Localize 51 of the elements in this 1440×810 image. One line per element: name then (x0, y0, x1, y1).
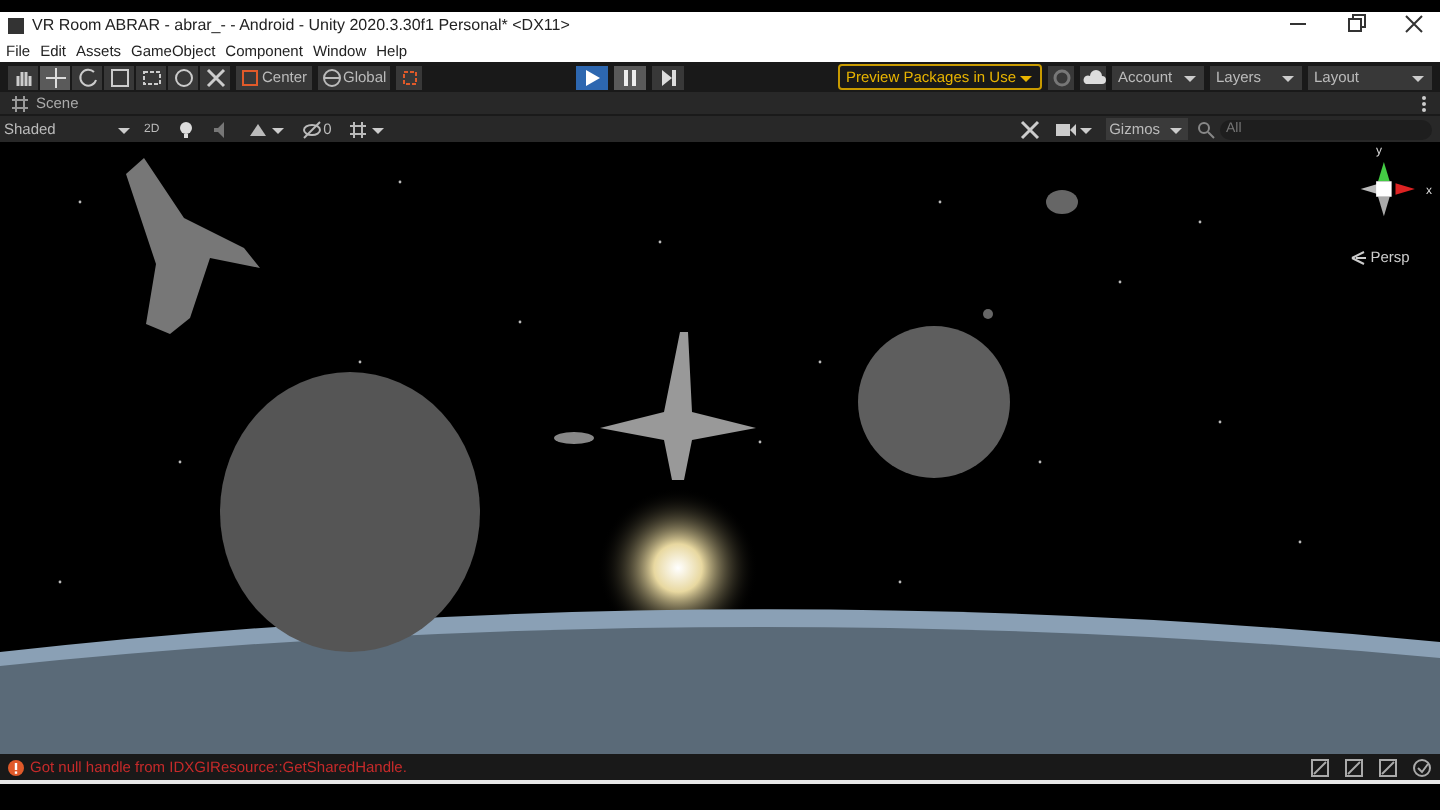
scale-icon (107, 65, 131, 89)
caret-icon (1410, 71, 1426, 83)
caret-icon (1280, 71, 1296, 83)
tool-button[interactable] (72, 65, 102, 89)
caret-icon (269, 123, 286, 135)
camera-dropdown[interactable] (1051, 118, 1098, 140)
globe-icon (321, 67, 342, 87)
unity-icon (6, 15, 26, 35)
search-icon (1196, 119, 1216, 139)
tool-button[interactable] (136, 65, 166, 89)
step-icon (658, 67, 679, 87)
caret-icon (1168, 123, 1184, 135)
step-button[interactable] (652, 65, 685, 89)
play-icon (582, 67, 603, 87)
bulb-icon (175, 119, 196, 139)
settings-button[interactable] (1048, 65, 1074, 89)
window-title: VR Room ABRAR - abrar_- - Android - Unity 2020.3.30f1 Personal* <DX11> (32, 16, 570, 34)
cloud-icon (1081, 67, 1105, 87)
caret-icon (369, 123, 386, 135)
rotate-icon (75, 65, 99, 89)
camera-icon (1055, 119, 1076, 139)
error-icon (8, 759, 24, 775)
tool-button[interactable] (200, 65, 230, 89)
play-button[interactable] (576, 65, 609, 89)
tool-button[interactable] (8, 65, 38, 89)
pause-icon (620, 67, 641, 87)
more-icon (1420, 93, 1428, 113)
caret-icon (1182, 71, 1198, 83)
caret-icon (116, 123, 132, 135)
pivot-icon (240, 67, 260, 87)
check-icon (1412, 757, 1432, 777)
snap-button[interactable] (396, 65, 423, 89)
caret-icon (1018, 71, 1034, 83)
restore-icon (1346, 13, 1366, 33)
rect-icon (139, 65, 163, 89)
grid-icon (10, 93, 30, 113)
tools-toggle[interactable] (1015, 118, 1044, 140)
grid-snap-icon (399, 67, 420, 87)
tool-button[interactable] (40, 65, 70, 89)
tools-icon (203, 65, 227, 89)
move-icon (43, 65, 67, 89)
caret-icon (1077, 123, 1094, 135)
cloud-button[interactable] (1080, 65, 1106, 89)
tool-button[interactable] (104, 65, 134, 89)
tool-button[interactable] (168, 65, 198, 89)
pause-button[interactable] (614, 65, 647, 89)
grid-icon (347, 119, 368, 139)
tools-icon (1019, 119, 1040, 139)
perspective-icon (1350, 249, 1367, 265)
eye-off-icon (301, 119, 322, 139)
close-icon (1404, 13, 1424, 33)
